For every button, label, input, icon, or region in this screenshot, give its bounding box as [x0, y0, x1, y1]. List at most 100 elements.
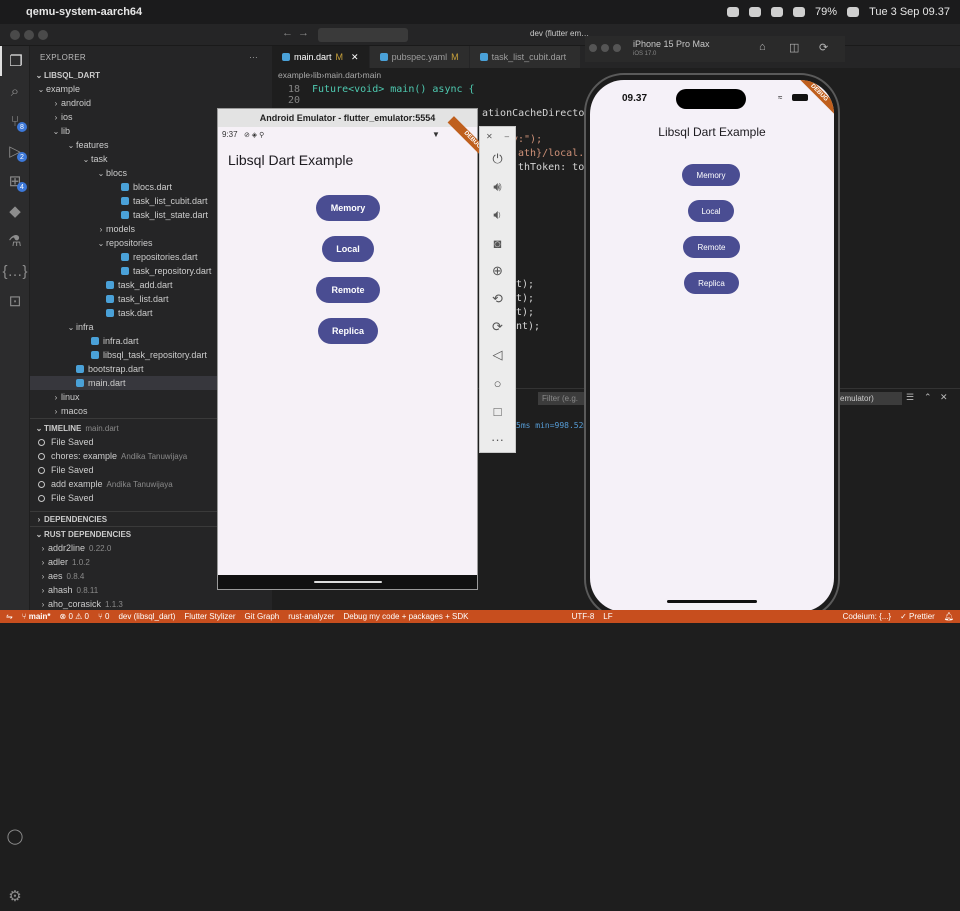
battery-label[interactable]: 79%: [815, 6, 837, 18]
rust-dep-item[interactable]: › aho_corasick 1.1.3: [30, 597, 272, 610]
account-icon[interactable]: ◯: [0, 821, 30, 851]
line-ending[interactable]: LF: [603, 612, 612, 621]
remote-indicator-icon[interactable]: ⇋: [6, 612, 13, 621]
search-icon[interactable]: ⌕: [0, 76, 30, 106]
wifi-icon[interactable]: [793, 7, 806, 17]
forward-arrow-icon[interactable]: →: [298, 27, 309, 39]
editor-tab[interactable]: task_list_cubit.dart: [469, 46, 582, 68]
zoom-window-button[interactable]: [38, 30, 48, 40]
dart-file-icon: [91, 337, 99, 345]
sim-zoom-button[interactable]: [613, 44, 621, 52]
code-fragment: t);: [516, 279, 535, 290]
breadcrumb-item[interactable]: lib: [313, 70, 322, 80]
editor-tab[interactable]: main.dart M ✕: [272, 46, 370, 68]
rotate-right-icon[interactable]: ⟳: [480, 313, 515, 341]
testing-icon[interactable]: ⚗: [0, 226, 30, 256]
cloud-icon[interactable]: [749, 7, 762, 17]
record-icon[interactable]: [727, 7, 740, 17]
prettier-status[interactable]: ✓ Prettier: [900, 612, 935, 621]
android-app-title: Libsql Dart Example: [228, 152, 354, 168]
codeium-status[interactable]: Codeium: {...}: [843, 612, 891, 621]
settings-gear-icon[interactable]: ⚙: [0, 881, 30, 911]
remote-icon[interactable]: ⊡: [0, 286, 30, 316]
replica-button[interactable]: Replica: [684, 272, 739, 294]
maximize-panel-icon[interactable]: ⌃: [924, 392, 932, 403]
dart-file-icon: [106, 295, 114, 303]
dep-version: 1.0.2: [72, 557, 90, 567]
clear-output-icon[interactable]: ☰: [906, 392, 914, 403]
memory-button[interactable]: Memory: [316, 195, 380, 221]
breadcrumb-item[interactable]: main: [363, 70, 381, 80]
sim-rotate-icon[interactable]: ⟳: [819, 41, 828, 54]
run-config[interactable]: dev (flutter em…: [530, 29, 589, 38]
status-item[interactable]: Flutter Stylizer: [184, 612, 235, 621]
local-button[interactable]: Local: [688, 200, 734, 222]
minimize-window-button[interactable]: [24, 30, 34, 40]
editor-tab[interactable]: pubspec.yaml M: [369, 46, 470, 68]
close-emulator-icon[interactable]: ✕: [486, 132, 493, 141]
git-branch[interactable]: ⑂ main*: [22, 612, 51, 621]
close-tab-icon[interactable]: ✕: [351, 52, 359, 63]
source-control-icon[interactable]: ⑂ 8: [0, 106, 30, 136]
timeline-author: Andika Tanuwijaya: [121, 451, 188, 461]
code-fragment: t);: [516, 293, 535, 304]
notifications-icon[interactable]: 🔔︎: [944, 612, 954, 621]
run-debug-icon[interactable]: ▷ 2: [0, 136, 30, 166]
flutter-device[interactable]: dev (libsql_dart): [118, 612, 175, 621]
close-panel-icon[interactable]: ✕: [940, 392, 948, 403]
close-window-button[interactable]: [10, 30, 20, 40]
home-indicator[interactable]: [667, 600, 757, 603]
sim-screenshot-icon[interactable]: ◫: [789, 41, 799, 54]
flutter-icon[interactable]: ◆: [0, 196, 30, 226]
local-button[interactable]: Local: [322, 236, 374, 262]
zoom-icon[interactable]: ⊕: [480, 257, 515, 285]
remote-button[interactable]: Remote: [683, 236, 740, 258]
sim-home-icon[interactable]: ⌂: [759, 41, 766, 53]
power-icon[interactable]: ⏻: [480, 145, 515, 173]
chevron-down-icon: ⌄: [82, 154, 90, 164]
more-icon[interactable]: ···: [480, 425, 515, 453]
device-select[interactable]: emulator): [836, 392, 902, 405]
status-item[interactable]: Git Graph: [245, 612, 280, 621]
ports-count[interactable]: ⑂ 0: [98, 612, 109, 621]
json-icon[interactable]: {…}: [0, 256, 30, 286]
breadcrumb-item[interactable]: example: [278, 70, 310, 80]
android-window-title[interactable]: Android Emulator - flutter_emulator:5554: [218, 109, 477, 127]
camera-icon[interactable]: ◙: [480, 229, 515, 257]
remote-button[interactable]: Remote: [316, 277, 380, 303]
encoding[interactable]: UTF-8: [572, 612, 595, 621]
menubar-datetime[interactable]: Tue 3 Sep 09.37: [869, 6, 950, 18]
problems-count[interactable]: ⊗ 0 ⚠ 0: [60, 612, 89, 621]
replica-button[interactable]: Replica: [318, 318, 378, 344]
back-arrow-icon[interactable]: ←: [282, 27, 293, 39]
minimize-emulator-icon[interactable]: –: [505, 132, 509, 141]
dep-name: ahash: [48, 585, 73, 595]
tree-item[interactable]: ⌄ example: [30, 82, 272, 96]
volume-down-icon[interactable]: 🔉︎: [480, 201, 515, 229]
home-gesture-handle[interactable]: [314, 581, 382, 583]
menubar-app-name[interactable]: qemu-system-aarch64: [26, 6, 142, 18]
code-line: Future<void> main() async {: [312, 84, 475, 95]
status-icon[interactable]: [771, 7, 784, 17]
dart-file-icon: [121, 183, 129, 191]
iphone-clock: 09.37: [622, 93, 648, 104]
workspace-header[interactable]: ⌄ LIBSQL_DART: [30, 68, 272, 82]
breadcrumb-item[interactable]: main.dart: [324, 70, 359, 80]
extensions-icon[interactable]: ⊞ 4: [0, 166, 30, 196]
explorer-icon[interactable]: ❐: [0, 46, 30, 76]
more-actions-icon[interactable]: ···: [249, 53, 258, 62]
memory-button[interactable]: Memory: [682, 164, 740, 186]
overview-icon[interactable]: □: [480, 397, 515, 425]
volume-up-icon[interactable]: 🔊︎: [480, 173, 515, 201]
home-icon[interactable]: ○: [480, 369, 515, 397]
status-item[interactable]: Debug my code + packages + SDK: [343, 612, 468, 621]
rotate-left-icon[interactable]: ⟲: [480, 285, 515, 313]
sim-close-button[interactable]: [589, 44, 597, 52]
command-center[interactable]: [318, 28, 408, 42]
back-icon[interactable]: ◁: [480, 341, 515, 369]
battery-icon[interactable]: [847, 7, 860, 17]
timeline-label: add example: [51, 479, 103, 489]
status-item[interactable]: rust-analyzer: [288, 612, 334, 621]
chevron-right-icon: ›: [41, 543, 45, 553]
sim-minimize-button[interactable]: [601, 44, 609, 52]
